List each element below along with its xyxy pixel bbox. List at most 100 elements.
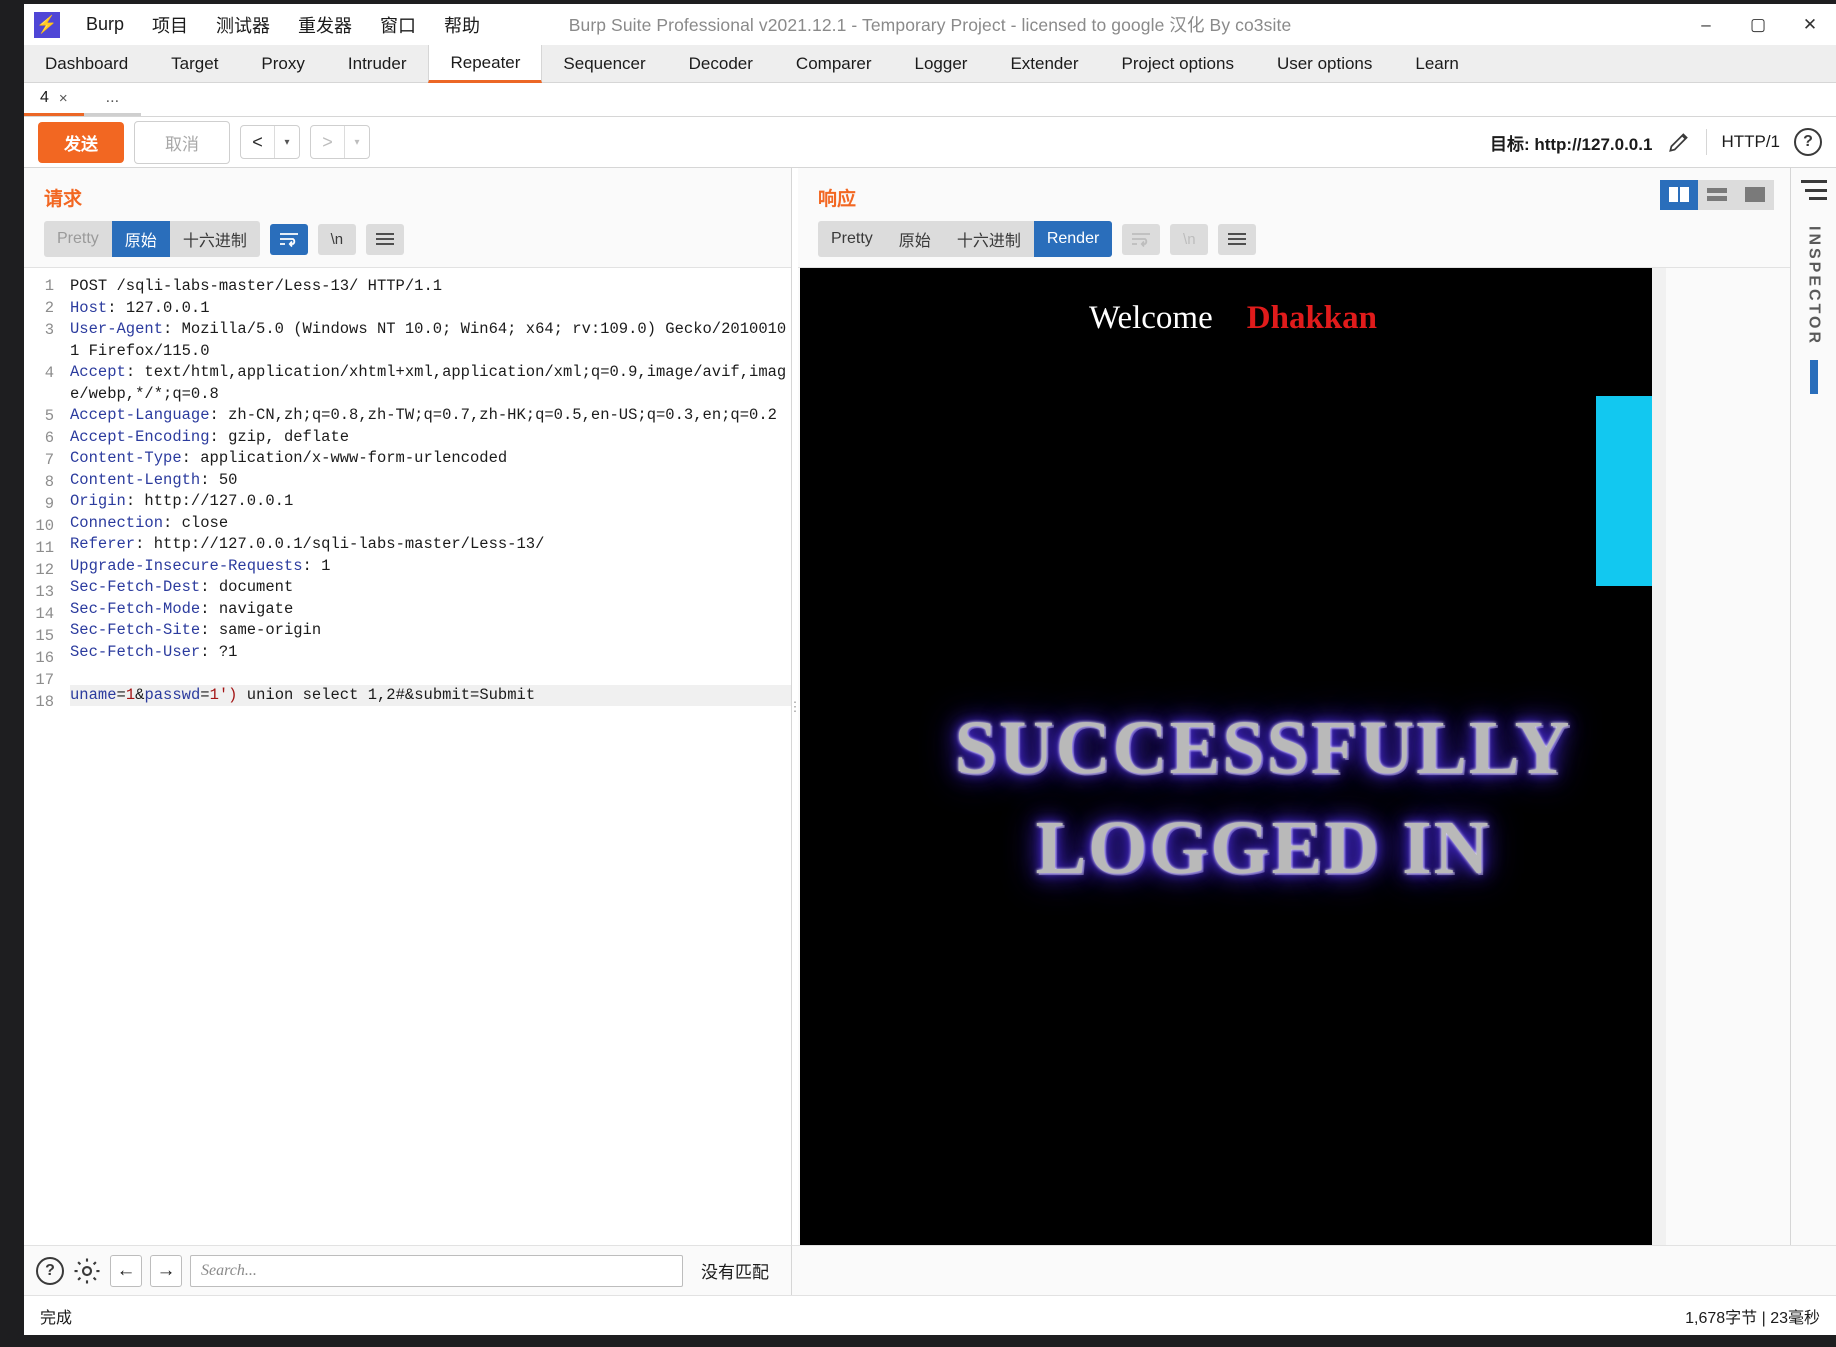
response-view-tabs: Pretty 原始 十六进制 Render	[818, 221, 1112, 257]
request-code-line: Content-Type: application/x-www-form-url…	[70, 448, 791, 470]
inspector-rail[interactable]: INSPECTOR	[1790, 168, 1836, 1245]
response-tab-pretty[interactable]: Pretty	[818, 221, 886, 257]
response-tab-hex[interactable]: 十六进制	[944, 221, 1034, 257]
tab-logger[interactable]: Logger	[894, 45, 990, 82]
word-wrap-icon[interactable]	[270, 224, 308, 255]
search-prev-button[interactable]: ←	[110, 1255, 142, 1287]
send-button[interactable]: 发送	[38, 122, 124, 163]
response-tab-raw[interactable]: 原始	[886, 221, 944, 257]
repeater-tab-4[interactable]: 4 ×	[24, 83, 84, 116]
tab-target[interactable]: Target	[150, 45, 240, 82]
burp-logo-icon: ⚡	[34, 12, 60, 38]
request-tab-pretty[interactable]: Pretty	[44, 221, 112, 257]
close-button[interactable]: ✕	[1784, 4, 1836, 45]
request-tab-hex[interactable]: 十六进制	[170, 221, 260, 257]
tab-decoder[interactable]: Decoder	[668, 45, 775, 82]
divider	[1706, 129, 1707, 155]
layout-single-pane-button[interactable]	[1736, 180, 1774, 210]
hamburger-icon[interactable]	[1218, 224, 1256, 255]
minimize-button[interactable]: –	[1680, 4, 1732, 45]
history-back-button[interactable]: < ▾	[240, 125, 300, 159]
tab-intruder[interactable]: Intruder	[327, 45, 429, 82]
menu-item-project[interactable]: 项目	[138, 7, 202, 43]
pencil-icon[interactable]	[1666, 129, 1692, 155]
tab-extender[interactable]: Extender	[989, 45, 1100, 82]
tab-dashboard[interactable]: Dashboard	[24, 45, 150, 82]
response-pane-title: 响应	[798, 168, 876, 221]
hamburger-icon[interactable]	[366, 224, 404, 255]
status-bar: 完成 1,678字节 | 23毫秒	[24, 1295, 1836, 1335]
tab-learn[interactable]: Learn	[1394, 45, 1480, 82]
menu-item-intruder[interactable]: 测试器	[202, 7, 284, 43]
layout-split-vertical-button[interactable]	[1660, 180, 1698, 210]
request-search-bar: ? ← → 没有匹配	[24, 1245, 792, 1295]
main-nav-tabs: Dashboard Target Proxy Intruder Repeater…	[24, 45, 1836, 83]
render-scrollbar[interactable]	[1652, 268, 1666, 1245]
request-line-number: 17	[24, 670, 54, 692]
request-editor[interactable]: 123456789101112131415161718 POST /sqli-l…	[24, 267, 791, 1245]
request-line-number: 9	[24, 494, 54, 516]
chevron-down-icon[interactable]: ▾	[275, 126, 299, 158]
tab-user-options[interactable]: User options	[1256, 45, 1394, 82]
request-line-number: 6	[24, 428, 54, 450]
status-right: 1,678字节 | 23毫秒	[1685, 1304, 1820, 1328]
menu-item-repeater[interactable]: 重发器	[284, 7, 366, 43]
request-line-number: 5	[24, 406, 54, 428]
request-code-line	[70, 663, 791, 685]
response-pane-head: 响应	[798, 168, 1790, 221]
success-banner-line1: SUCCESSFULLY	[800, 698, 1666, 798]
chevron-down-icon[interactable]: ▾	[345, 126, 369, 158]
request-code-line: POST /sqli-labs-master/Less-13/ HTTP/1.1	[70, 276, 791, 298]
request-code-line: Host: 127.0.0.1	[70, 298, 791, 320]
request-pane-title: 请求	[24, 168, 791, 221]
request-code-line: Origin: http://127.0.0.1	[70, 491, 791, 513]
request-line-number: 13	[24, 582, 54, 604]
search-row-filler	[792, 1245, 1836, 1295]
request-code-line: Sec-Fetch-Mode: navigate	[70, 599, 791, 621]
layout-split-horizontal-button[interactable]	[1698, 180, 1736, 210]
repeater-tab-add[interactable]: ...	[84, 83, 141, 116]
menu-item-window[interactable]: 窗口	[366, 7, 430, 43]
request-tab-raw[interactable]: 原始	[112, 221, 170, 257]
close-icon[interactable]: ×	[59, 90, 68, 107]
response-render-area[interactable]: WelcomeDhakkan SUCCESSFULLY LOGGED IN	[798, 267, 1790, 1245]
response-tab-render[interactable]: Render	[1034, 221, 1112, 257]
request-view-toolbar: Pretty 原始 十六进制 \n	[24, 221, 791, 267]
word-wrap-icon[interactable]	[1122, 224, 1160, 255]
layout-buttons	[1660, 180, 1774, 210]
cancel-button[interactable]: 取消	[134, 121, 230, 164]
welcome-text: Welcome	[1089, 300, 1213, 336]
newline-icon[interactable]: \n	[1170, 224, 1208, 255]
request-code-line: Sec-Fetch-Dest: document	[70, 577, 791, 599]
request-code-line: Upgrade-Insecure-Requests: 1	[70, 556, 791, 578]
request-code[interactable]: POST /sqli-labs-master/Less-13/ HTTP/1.1…	[60, 268, 791, 1245]
tab-project-options[interactable]: Project options	[1101, 45, 1256, 82]
search-row: ? ← → 没有匹配	[24, 1245, 1836, 1295]
request-code-line: Content-Length: 50	[70, 470, 791, 492]
request-line-number: 3	[24, 320, 54, 363]
newline-icon[interactable]: \n	[318, 224, 356, 255]
tab-proxy[interactable]: Proxy	[240, 45, 326, 82]
menu-item-help[interactable]: 帮助	[430, 7, 494, 43]
menu-item-burp[interactable]: Burp	[72, 9, 138, 40]
help-icon[interactable]: ?	[36, 1257, 64, 1285]
window-controls: – ▢ ✕	[1680, 4, 1836, 45]
request-line-number: 15	[24, 626, 54, 648]
status-left: 完成	[40, 1304, 72, 1328]
request-code-line: User-Agent: Mozilla/5.0 (Windows NT 10.0…	[70, 319, 791, 362]
search-next-button[interactable]: →	[150, 1255, 182, 1287]
maximize-button[interactable]: ▢	[1732, 4, 1784, 45]
help-icon[interactable]: ?	[1794, 128, 1822, 156]
tab-comparer[interactable]: Comparer	[775, 45, 894, 82]
gear-icon[interactable]	[72, 1256, 102, 1286]
success-banner: SUCCESSFULLY LOGGED IN	[800, 698, 1666, 898]
rendered-page: WelcomeDhakkan SUCCESSFULLY LOGGED IN	[800, 268, 1666, 1245]
request-line-number: 7	[24, 450, 54, 472]
http-version-label[interactable]: HTTP/1	[1721, 132, 1780, 152]
hamburger-icon[interactable]	[1801, 180, 1827, 200]
history-forward-button[interactable]: > ▾	[310, 125, 370, 159]
tab-sequencer[interactable]: Sequencer	[542, 45, 667, 82]
tab-repeater[interactable]: Repeater	[428, 45, 542, 83]
request-code-line: Connection: close	[70, 513, 791, 535]
search-input[interactable]	[190, 1255, 683, 1287]
